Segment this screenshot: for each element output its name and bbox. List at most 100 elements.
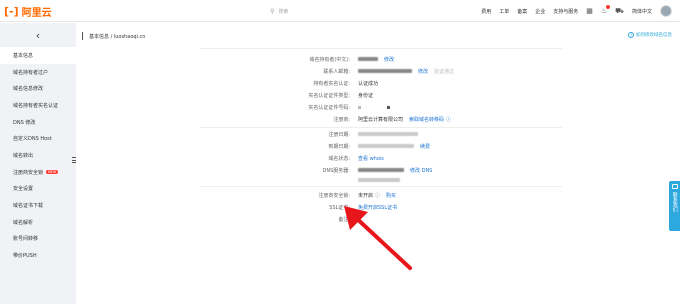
buy-lock-link[interactable]: 购买	[386, 192, 396, 199]
divider	[200, 186, 562, 187]
sidebar-item-security-settings[interactable]: 安全设置	[0, 181, 76, 198]
field-value	[358, 105, 416, 109]
info-icon: ⓘ	[375, 192, 381, 199]
field-domain-status: 域名状态: 查看 whois	[76, 153, 680, 163]
search-placeholder: 搜索	[278, 9, 289, 15]
help-link-label: 如何修改域名信息	[636, 33, 672, 38]
field-cert-no: 实名认证证件号码:	[76, 102, 680, 112]
aliyun-logo[interactable]: [-] 阿里云	[4, 4, 66, 19]
sidebar-item-basic-info[interactable]: 基本信息	[0, 47, 76, 64]
sidebar-item-transfer-out[interactable]: 域名转出	[0, 147, 76, 164]
renew-link[interactable]: 续费	[420, 143, 430, 150]
redacted-value	[358, 132, 418, 136]
breadcrumb-bar: 基本信息 / luoshaoqi.cn ? 如何修改域名信息	[76, 29, 680, 43]
chat-icon	[671, 184, 678, 189]
redacted-value	[358, 144, 414, 148]
field-label: 注册日期:	[328, 131, 350, 138]
title-bar-accent	[82, 32, 83, 40]
divider	[200, 48, 562, 49]
chevron-left-icon: ‹	[35, 28, 41, 42]
modify-email-link[interactable]: 修改	[418, 68, 428, 75]
field-holder-cn: 域名持有者(中文): 修改	[76, 54, 680, 64]
field-value: 认证成功	[358, 80, 379, 87]
field-value	[358, 178, 400, 182]
field-registrar: 注册商: 阿里云计算有限公司 索取域名转移码 ⓘ	[76, 114, 680, 124]
sidebar-item-holder-transfer[interactable]: 域名持有者过户	[0, 64, 76, 81]
sidebar-item-security-lock[interactable]: 注册商安全锁 NEW	[0, 164, 76, 181]
field-value: 未开启 ⓘ 购买	[358, 192, 396, 199]
sidebar-item-dns-resolve[interactable]: 域名解析	[0, 214, 76, 231]
search-icon: ⚲	[270, 8, 275, 15]
nav-ticket[interactable]: 工单	[499, 8, 509, 15]
redacted-value	[358, 57, 378, 61]
top-bar: [-] 阿里云 ⚲ 搜索 费用 工单 备案 企业 支持与服务 ▦ ♨ ⛟ 简体中…	[0, 0, 680, 22]
field-expire-date: 到期日期: 续费	[76, 141, 680, 151]
breadcrumb: 基本信息 / luoshaoqi.cn	[89, 33, 146, 40]
field-dns-server-2	[76, 175, 680, 185]
field-value: 续费	[358, 143, 430, 150]
redacted-value	[358, 178, 400, 182]
transfer-code-link[interactable]: 索取域名转移码	[409, 116, 444, 123]
lock-status: 未开启	[358, 192, 374, 199]
field-value: 修改	[358, 56, 394, 63]
language-switch[interactable]: 简体中文	[632, 8, 652, 15]
sidebar-item-info-modify[interactable]: 域名信息修改	[0, 80, 76, 97]
sidebar-item-cert-download[interactable]: 域名证书下载	[0, 197, 76, 214]
field-value: 修改 DNS	[358, 167, 432, 174]
bell-icon[interactable]: ♨	[601, 5, 611, 15]
field-label: 注册商:	[333, 116, 350, 123]
help-circle-icon[interactable]: ⓘ	[446, 116, 451, 123]
field-value: 查看 whois	[358, 155, 384, 162]
redacted-value	[358, 168, 404, 172]
nav-support[interactable]: 支持与服务	[553, 8, 578, 15]
avatar[interactable]	[660, 5, 672, 17]
field-label: 到期日期:	[328, 143, 350, 150]
question-icon: ?	[628, 32, 634, 38]
whois-link[interactable]: 查看 whois	[358, 155, 384, 162]
field-label: 联系人邮箱:	[323, 68, 350, 75]
logo-text: 阿里云	[21, 7, 52, 19]
field-label: 实名认证证件号码:	[308, 104, 350, 111]
help-link[interactable]: ? 如何修改域名信息	[628, 32, 672, 38]
divider	[200, 127, 562, 128]
logo-mark: [-]	[4, 4, 19, 18]
field-label: DNS服务器:	[322, 167, 350, 174]
field-cert-type: 实名认证证件类型: 身份证	[76, 90, 680, 100]
redacted-value	[358, 69, 412, 73]
cart-icon[interactable]: ⛟	[615, 7, 624, 16]
annotation-arrow-icon	[344, 206, 412, 270]
sidebar-item-realname[interactable]: 域名持有者实名认证	[0, 97, 76, 114]
modify-holder-link[interactable]: 修改	[384, 56, 394, 63]
back-button[interactable]: ‹	[0, 23, 76, 47]
new-badge: NEW	[46, 170, 59, 175]
field-value: 身份证	[358, 92, 374, 99]
redacted-value	[387, 105, 390, 109]
field-dns-server: DNS服务器: 修改 DNS	[76, 165, 680, 175]
modify-dns-link[interactable]: 修改 DNS	[410, 167, 432, 174]
nav-icp[interactable]: 备案	[517, 8, 527, 15]
contact-us-tab[interactable]: 联系我们	[669, 181, 680, 231]
field-value: 修改 验证通过	[358, 68, 454, 75]
field-label: 注册商安全锁:	[318, 192, 350, 199]
verify-status: 验证通过	[434, 68, 455, 75]
field-label: 实名认证证件类型:	[308, 92, 350, 99]
redacted-value	[358, 105, 361, 109]
sidebar-item-dns-host[interactable]: 自定义DNS Host	[0, 130, 76, 147]
sidebar-item-dns-modify[interactable]: DNS 修改	[0, 114, 76, 131]
sidebar-item-account-transfer[interactable]: 账号间转移	[0, 231, 76, 248]
contact-us-label: 联系我们	[671, 192, 678, 212]
notification-badge	[606, 5, 611, 9]
sidebar: ‹ 基本信息 域名持有者过户 域名信息修改 域名持有者实名认证 DNS 修改 自…	[0, 23, 76, 304]
top-nav: 费用 工单 备案 企业 支持与服务 ▦ ♨ ⛟ 简体中文	[473, 4, 672, 18]
field-reg-date: 注册日期:	[76, 129, 680, 139]
sidebar-item-price-push[interactable]: 带价PUSH	[0, 247, 76, 264]
field-contact-email: 联系人邮箱: 修改 验证通过	[76, 66, 680, 76]
field-label: 持有者实名认证:	[313, 80, 350, 87]
search-box[interactable]: ⚲ 搜索	[270, 6, 390, 17]
nav-fee[interactable]: 费用	[481, 8, 491, 15]
nav-enterprise[interactable]: 企业	[535, 8, 545, 15]
field-realname-status: 持有者实名认证: 认证成功	[76, 78, 680, 88]
field-value	[358, 132, 418, 136]
terminal-icon[interactable]: ▦	[586, 7, 593, 15]
field-label: 域名持有者(中文):	[309, 56, 350, 63]
